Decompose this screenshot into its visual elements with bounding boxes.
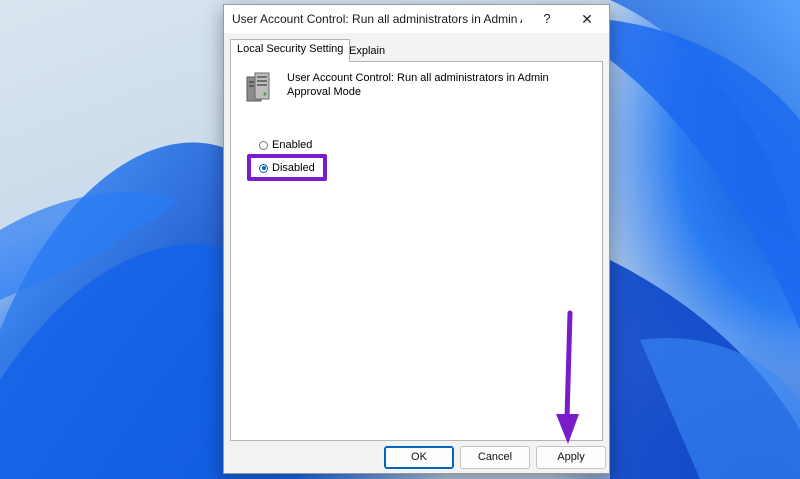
- cancel-button[interactable]: Cancel: [460, 446, 530, 469]
- apply-button[interactable]: Apply: [536, 446, 606, 469]
- tab-local-security-setting[interactable]: Local Security Setting: [230, 39, 351, 62]
- server-policy-icon: [243, 71, 273, 103]
- dialog-footer: OK Cancel Apply: [224, 441, 609, 475]
- uac-policy-dialog: User Account Control: Run all administra…: [223, 4, 610, 474]
- enabled-option[interactable]: Enabled: [259, 137, 312, 153]
- help-button[interactable]: ?: [531, 7, 563, 31]
- enabled-label: Enabled: [272, 139, 313, 151]
- ok-button[interactable]: OK: [384, 446, 454, 469]
- enabled-radio[interactable]: [259, 140, 268, 150]
- dialog-title: User Account Control: Run all administra…: [232, 12, 522, 26]
- disabled-highlight-box: [247, 154, 327, 181]
- policy-name: User Account Control: Run all administra…: [287, 72, 549, 98]
- close-button[interactable]: ✕: [571, 7, 603, 31]
- dialog-titlebar[interactable]: User Account Control: Run all administra…: [224, 5, 609, 33]
- settings-panel: User Account Control: Run all administra…: [230, 61, 603, 441]
